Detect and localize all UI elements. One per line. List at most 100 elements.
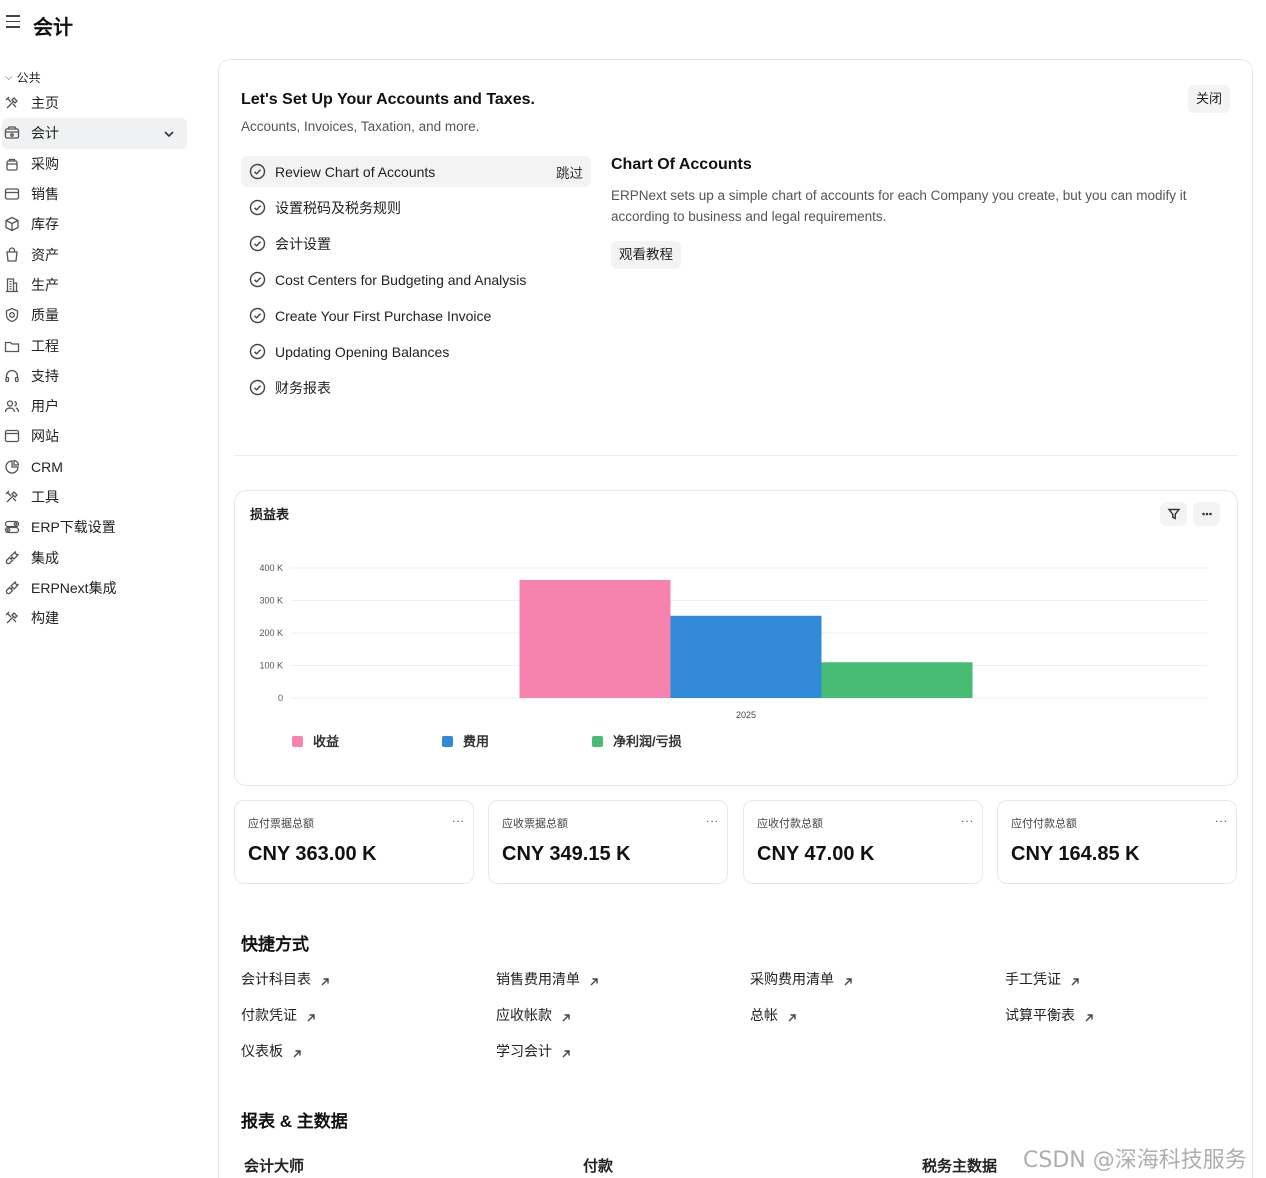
onboarding-step[interactable]: 财务报表 [241,372,591,403]
more-icon[interactable]: ... [1215,811,1228,825]
sidebar-item[interactable]: 主页 [0,88,200,118]
main-panel: Let's Set Up Your Accounts and Taxes. Ac… [218,59,1253,1178]
onboarding-step[interactable]: 设置税码及税务规则 [241,192,591,223]
sidebar-item[interactable]: 集成 [0,542,200,572]
step-detail-title: Chart Of Accounts [611,156,752,173]
browser-icon [3,428,20,445]
shortcut-link[interactable]: 应收帐款 [496,1005,571,1025]
watch-tutorial-button[interactable]: 观看教程 [611,241,681,269]
sidebar-section-public[interactable]: ⌵ 公共 [0,66,200,88]
shortcut-label: 手工凭证 [1005,971,1061,987]
arrow-up-right-icon [843,974,853,986]
onboarding-step-label: Create Your First Purchase Invoice [275,307,492,324]
more-icon[interactable]: ... [706,811,719,825]
tools-icon [3,610,20,627]
check-circle-icon [249,235,266,252]
report-column-title[interactable]: 税务主数据 [922,1155,997,1176]
sidebar-item-label: 生产 [31,276,59,293]
number-card[interactable]: 应收票据总额... CNY 349.15 K [488,800,728,884]
shield-icon [3,307,20,324]
sidebar-item[interactable]: 销售 [0,179,200,209]
x-tick-label: 2025 [736,710,756,720]
onboarding-step[interactable]: 会计设置 [241,228,591,259]
sidebar-item[interactable]: CRM [0,452,200,482]
onboarding-step[interactable]: Cost Centers for Budgeting and Analysis [241,264,591,295]
sidebar-item[interactable]: 资产 [0,239,200,269]
y-tick-label: 100 K [259,661,283,671]
sidebar-item[interactable]: 质量 [0,300,200,330]
sidebar-item-label: ERPNext集成 [31,579,117,596]
number-card[interactable]: 应付付款总额... CNY 164.85 K [997,800,1237,884]
sidebar-item[interactable]: 用户 [0,391,200,421]
chevron-down-icon: ⌵ [5,71,13,83]
headset-icon [3,367,20,384]
number-card-value: CNY 363.00 K [248,843,377,865]
chevron-down-icon[interactable] [163,127,175,139]
shortcut-link[interactable]: 采购费用清单 [750,969,853,989]
menu-icon[interactable] [6,15,20,29]
arrow-up-right-icon [589,974,599,986]
legend-swatch [592,736,603,747]
onboarding-step[interactable]: Review Chart of Accounts 跳过 [241,156,591,187]
number-card[interactable]: 应收付款总额... CNY 47.00 K [743,800,983,884]
onboarding-step[interactable]: Create Your First Purchase Invoice [241,300,591,331]
plug-icon [3,579,20,596]
legend-label: 费用 [463,734,489,749]
sidebar-item[interactable]: 会计 [2,118,187,149]
sidebar-item[interactable]: ERPNext集成 [0,573,200,603]
shortcut-label: 应收帐款 [496,1007,552,1023]
onboarding-steps: Review Chart of Accounts 跳过 设置税码及税务规则 会计设置 C… [241,156,591,408]
filter-icon [1167,508,1180,520]
number-card-value: CNY 47.00 K [757,843,875,865]
shortcut-link[interactable]: 总帐 [750,1005,797,1025]
top-bar: 会计 [0,0,1266,48]
sidebar-item[interactable]: 工具 [0,482,200,512]
sidebar-item[interactable]: 库存 [0,209,200,239]
shortcut-link[interactable]: 销售费用清单 [496,969,599,989]
cart-icon [3,155,20,172]
sidebar-item[interactable]: 采购 [0,149,200,179]
sidebar-item[interactable]: 生产 [0,270,200,300]
onboarding-step-label: 财务报表 [275,379,331,396]
arrow-up-right-icon [320,974,330,986]
shortcut-link[interactable]: 试算平衡表 [1005,1005,1094,1025]
check-circle-icon [249,307,266,324]
sidebar-item[interactable]: 支持 [0,361,200,391]
bar [519,580,671,698]
sidebar: ⌵ 公共 主页会计采购 销售 库存资产生产质量 工程支持用户 网站 CRM 工具 ERP下载设… [0,66,200,633]
shortcut-link[interactable]: 手工凭证 [1005,969,1080,989]
more-icon[interactable]: ... [961,811,974,825]
more-icon[interactable]: ... [452,811,465,825]
step-detail: Chart Of Accounts ERPNext sets up a simp… [611,156,1211,269]
check-circle-icon [249,271,266,288]
shortcut-link[interactable]: 仪表板 [241,1041,302,1061]
shortcut-link[interactable]: 付款凭证 [241,1005,316,1025]
filter-button[interactable] [1160,502,1187,526]
shortcut-link[interactable]: 会计科目表 [241,969,330,989]
sidebar-item[interactable]: 构建 [0,603,200,633]
sidebar-item[interactable]: 网站 [0,421,200,451]
sidebar-item-label: 资产 [31,246,59,263]
legend-label: 净利润/亏损 [613,734,682,749]
sidebar-item-label: 会计 [31,125,59,142]
onboarding-step-label: Cost Centers for Budgeting and Analysis [275,271,527,288]
arrow-up-right-icon [787,1010,797,1022]
shortcut-label: 会计科目表 [241,971,311,987]
tools-icon [3,489,20,506]
sidebar-item[interactable]: ERP下载设置 [0,512,200,542]
number-card[interactable]: 应付票据总额... CNY 363.00 K [234,800,474,884]
chart-menu-button[interactable] [1193,502,1220,526]
y-tick-label: 400 K [259,563,283,573]
close-button[interactable]: 关闭 [1187,85,1230,113]
sidebar-item-label: 支持 [31,367,59,384]
sidebar-item-label: 集成 [31,549,59,566]
number-card-label: 应收付款总额 [757,818,823,830]
skip-button[interactable]: 跳过 [556,162,583,182]
shortcut-link[interactable]: 学习会计 [496,1041,571,1061]
check-circle-icon [249,199,266,216]
report-column-title[interactable]: 会计大师 [244,1155,304,1176]
sidebar-item[interactable]: 工程 [0,330,200,360]
report-column-title[interactable]: 付款 [583,1155,613,1176]
onboarding-step[interactable]: Updating Opening Balances [241,336,591,367]
number-card-label: 应收票据总额 [502,818,568,830]
